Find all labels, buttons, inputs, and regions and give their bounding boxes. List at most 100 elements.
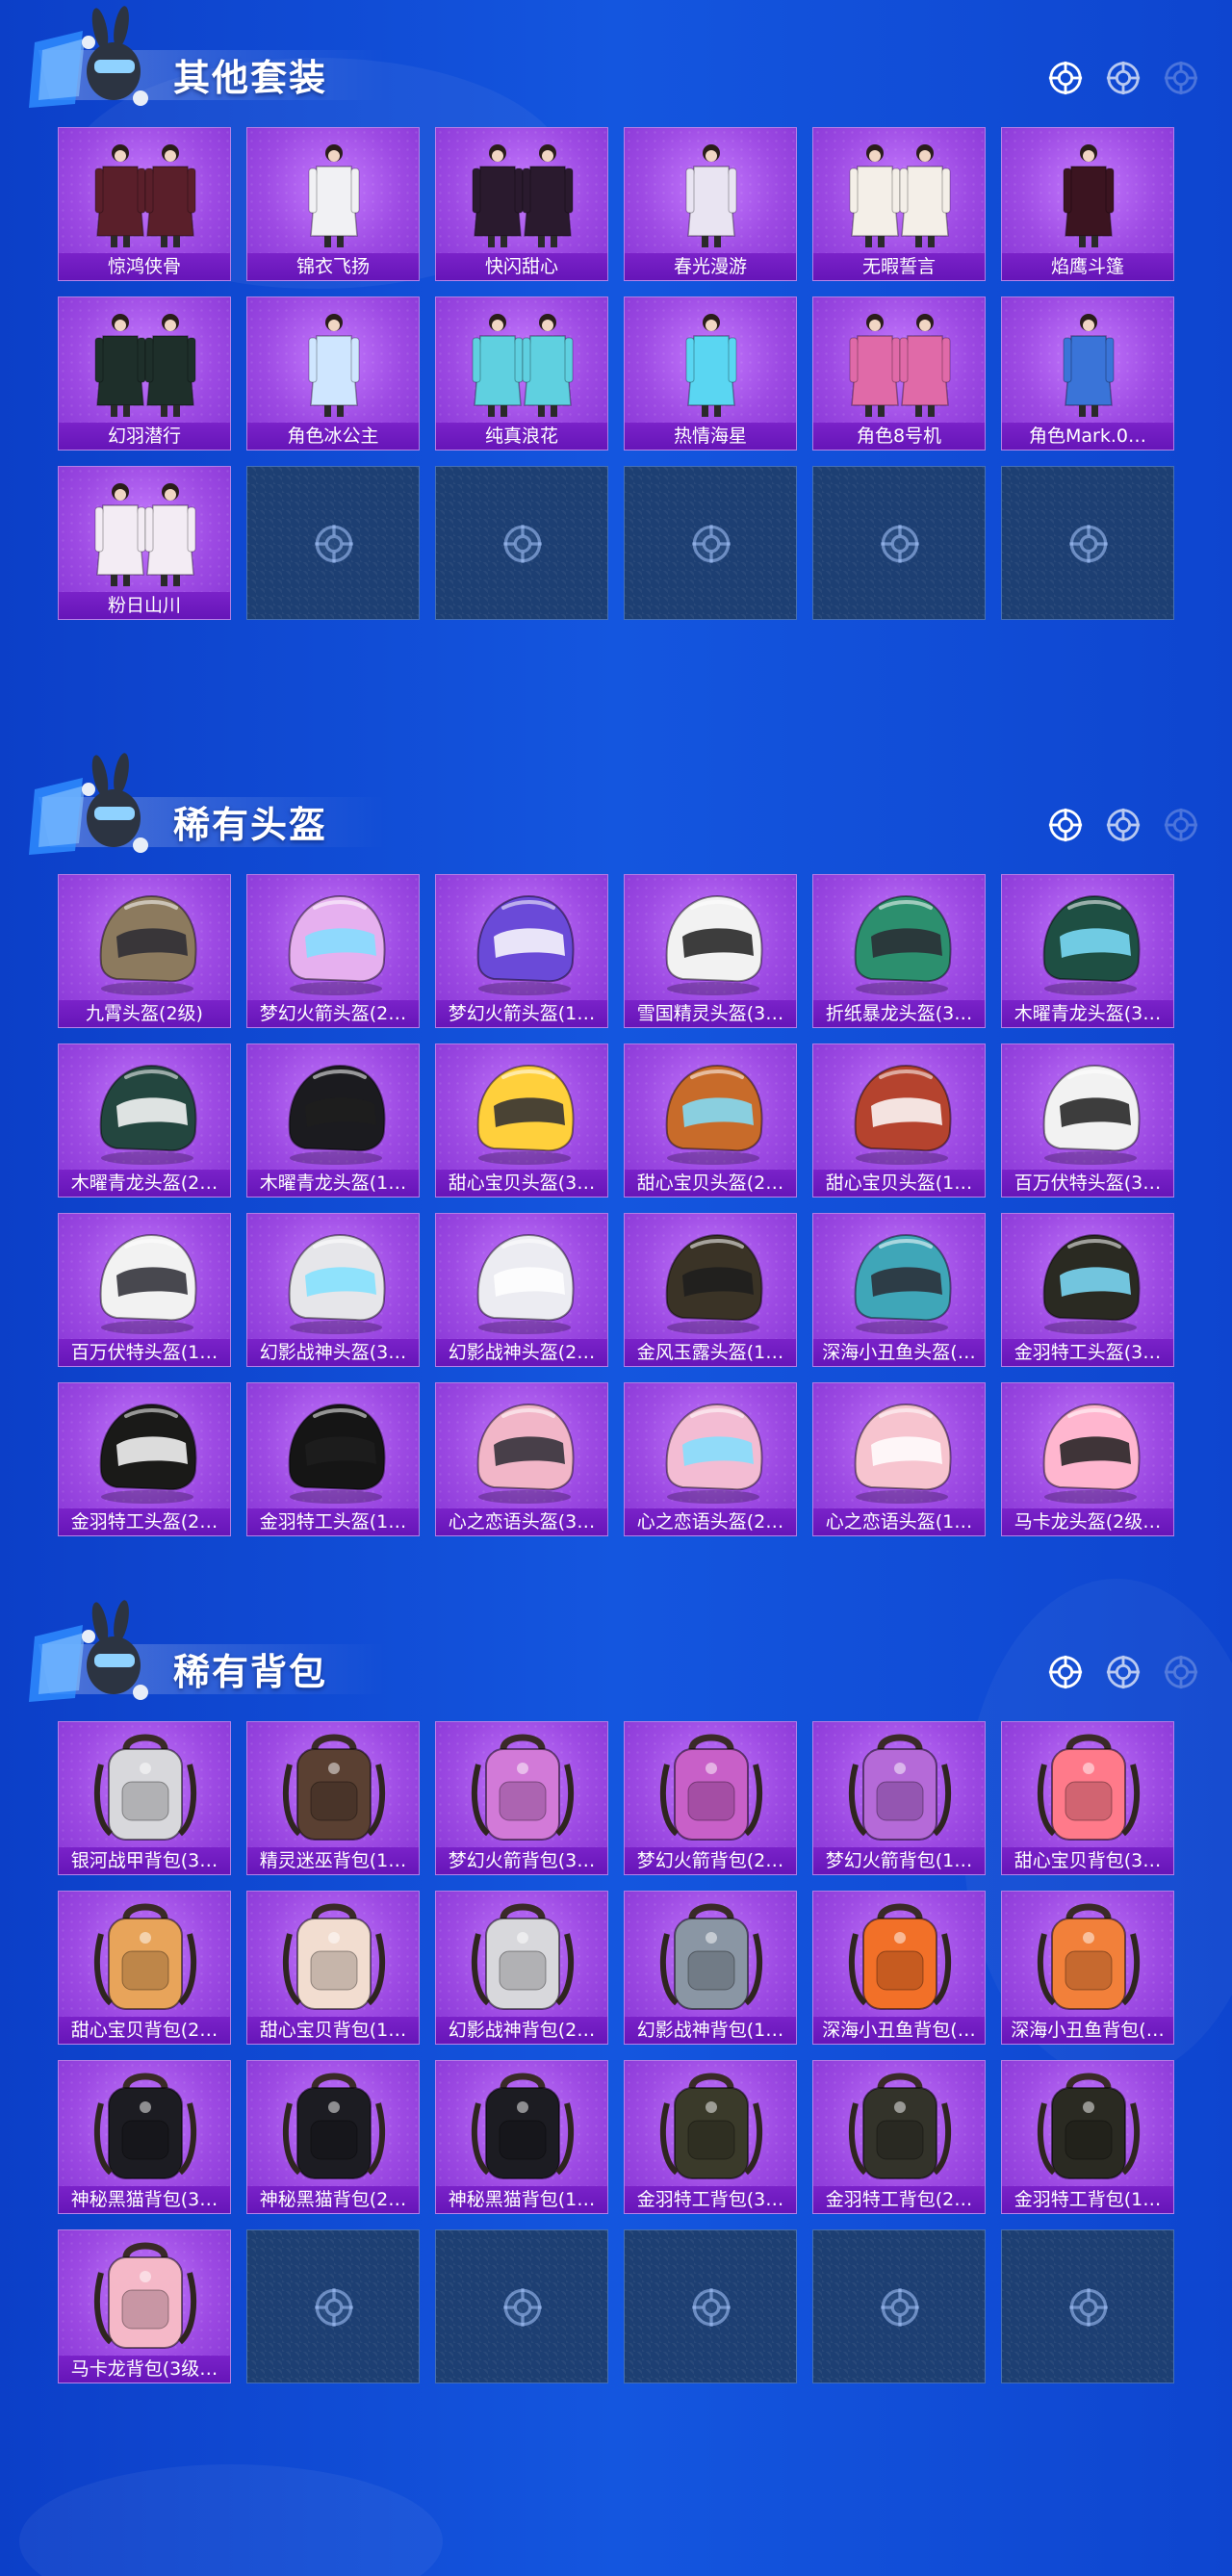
item-name: 百万伏特头盔(1… [59,1339,230,1366]
backpack-item-card[interactable]: 梦幻火箭背包(1… [812,1721,986,1875]
item-name: 锦衣飞扬 [247,253,419,280]
backpack-image [1002,2065,1173,2184]
helmet-item-card[interactable]: 木曜青龙头盔(2… [58,1043,231,1198]
outfit-item-card[interactable]: 惊鸿侠骨 [58,127,231,281]
outfit-item-card[interactable]: 热情海星 [624,296,797,451]
outfit-image [625,301,796,421]
helmet-image [1002,879,1173,998]
crosshair-icon [501,2286,544,2329]
outfit-item-card[interactable]: 快闪甜心 [435,127,608,281]
helmet-item-card[interactable]: 甜心宝贝头盔(2… [624,1043,797,1198]
crosshair-icon [879,2286,921,2329]
backpack-image [59,1895,230,2015]
empty-slot [435,2229,608,2383]
backpack-image [59,1726,230,1845]
helmet-item-card[interactable]: 百万伏特头盔(1… [58,1213,231,1367]
backpack-item-card[interactable]: 甜心宝贝背包(3… [1001,1721,1174,1875]
crosshair-icon [1163,60,1199,96]
outfit-image [247,132,419,251]
backpack-item-card[interactable]: 梦幻火箭背包(3… [435,1721,608,1875]
outfit-item-card[interactable]: 锦衣飞扬 [246,127,420,281]
backpack-item-card[interactable]: 精灵迷巫背包(1… [246,1721,420,1875]
helmet-item-card[interactable]: 金风玉露头盔(1… [624,1213,797,1367]
helmet-item-card[interactable]: 木曜青龙头盔(1… [246,1043,420,1198]
backpack-item-card[interactable]: 银河战甲背包(3… [58,1721,231,1875]
outfit-item-card[interactable]: 幻羽潜行 [58,296,231,451]
outfit-item-card[interactable]: 角色冰公主 [246,296,420,451]
helmet-item-card[interactable]: 雪国精灵头盔(3… [624,874,797,1028]
backpack-item-card[interactable]: 马卡龙背包(3级… [58,2229,231,2383]
outfit-item-card[interactable]: 无暇誓言 [812,127,986,281]
helmet-item-card[interactable]: 折纸暴龙头盔(3… [812,874,986,1028]
outfit-item-card[interactable]: 春光漫游 [624,127,797,281]
backpack-item-card[interactable]: 神秘黑猫背包(2… [246,2060,420,2214]
section-title: 稀有头盔 [173,804,328,846]
item-name: 深海小丑鱼背包(… [813,2017,985,2044]
backpack-item-card[interactable]: 金羽特工背包(1… [1001,2060,1174,2214]
outfit-item-card[interactable]: 角色Mark.0… [1001,296,1174,451]
backpack-item-card[interactable]: 深海小丑鱼背包(… [1001,1891,1174,2045]
item-grid: 银河战甲背包(3… 精灵迷巫背包(1… 梦幻火箭背包(3… 梦幻火箭背包(2… [58,1721,1174,2383]
item-name: 梦幻火箭背包(3… [436,1847,607,1874]
helmet-item-card[interactable]: 深海小丑鱼头盔(… [812,1213,986,1367]
helmet-item-card[interactable]: 金羽特工头盔(3… [1001,1213,1174,1367]
helmet-item-card[interactable]: 金羽特工头盔(1… [246,1382,420,1536]
helmet-item-card[interactable]: 木曜青龙头盔(3… [1001,874,1174,1028]
outfit-item-card[interactable]: 纯真浪花 [435,296,608,451]
helmet-item-card[interactable]: 幻影战神头盔(2… [435,1213,608,1367]
backpack-item-card[interactable]: 甜心宝贝背包(1… [246,1891,420,2045]
outfit-item-card[interactable]: 焰鹰斗篷 [1001,127,1174,281]
backpack-item-card[interactable]: 幻影战神背包(2… [435,1891,608,2045]
rabbit-mascot-icon [25,751,169,866]
helmet-image [813,879,985,998]
backpack-item-card[interactable]: 深海小丑鱼背包(… [812,1891,986,2045]
helmet-image [625,879,796,998]
item-name: 甜心宝贝背包(1… [247,2017,419,2044]
outfit-item-card[interactable]: 角色8号机 [812,296,986,451]
item-name: 金羽特工头盔(2… [59,1508,230,1535]
backpack-image [436,1726,607,1845]
backpack-item-card[interactable]: 梦幻火箭背包(2… [624,1721,797,1875]
backpack-item-card[interactable]: 神秘黑猫背包(3… [58,2060,231,2214]
item-name: 金羽特工头盔(3… [1002,1339,1173,1366]
helmet-image [247,1048,419,1168]
helmet-item-card[interactable]: 心之恋语头盔(2… [624,1382,797,1536]
helmet-item-card[interactable]: 九霄头盔(2级) [58,874,231,1028]
empty-slot [812,466,986,620]
helmet-item-card[interactable]: 幻影战神头盔(3… [246,1213,420,1367]
backpack-image [625,2065,796,2184]
helmet-item-card[interactable]: 梦幻火箭头盔(1… [435,874,608,1028]
backpack-item-card[interactable]: 甜心宝贝背包(2… [58,1891,231,2045]
crosshair-icon [879,523,921,565]
item-name: 马卡龙背包(3级… [59,2356,230,2383]
crosshair-icon [1047,807,1084,843]
backpack-item-card[interactable]: 神秘黑猫背包(1… [435,2060,608,2214]
helmet-item-card[interactable]: 金羽特工头盔(2… [58,1382,231,1536]
helmet-item-card[interactable]: 甜心宝贝头盔(1… [812,1043,986,1198]
item-name: 神秘黑猫背包(1… [436,2186,607,2213]
empty-slot [435,466,608,620]
item-name: 角色8号机 [813,423,985,450]
header-decoration [1047,1654,1199,1690]
backpack-item-card[interactable]: 金羽特工背包(2… [812,2060,986,2214]
helmet-item-card[interactable]: 心之恋语头盔(3… [435,1382,608,1536]
crosshair-icon [313,523,355,565]
helmet-item-card[interactable]: 百万伏特头盔(3… [1001,1043,1174,1198]
item-name: 甜心宝贝头盔(3… [436,1170,607,1197]
item-name: 幻影战神背包(2… [436,2017,607,2044]
item-name: 梦幻火箭头盔(2… [247,1000,419,1027]
helmet-image [1002,1218,1173,1337]
outfit-image [59,301,230,421]
outfit-image [436,301,607,421]
outfit-image [813,132,985,251]
item-grid: 九霄头盔(2级) 梦幻火箭头盔(2… 梦幻火箭头盔(1… 雪国精灵头盔(3… 折… [58,874,1174,1536]
helmet-image [625,1387,796,1507]
helmet-item-card[interactable]: 马卡龙头盔(2级… [1001,1382,1174,1536]
backpack-item-card[interactable]: 幻影战神背包(1… [624,1891,797,2045]
backpack-item-card[interactable]: 金羽特工背包(3… [624,2060,797,2214]
section-header: 稀有背包 [0,1594,1232,1710]
helmet-item-card[interactable]: 梦幻火箭头盔(2… [246,874,420,1028]
helmet-item-card[interactable]: 甜心宝贝头盔(3… [435,1043,608,1198]
helmet-item-card[interactable]: 心之恋语头盔(1… [812,1382,986,1536]
outfit-item-card[interactable]: 粉日山川 [58,466,231,620]
